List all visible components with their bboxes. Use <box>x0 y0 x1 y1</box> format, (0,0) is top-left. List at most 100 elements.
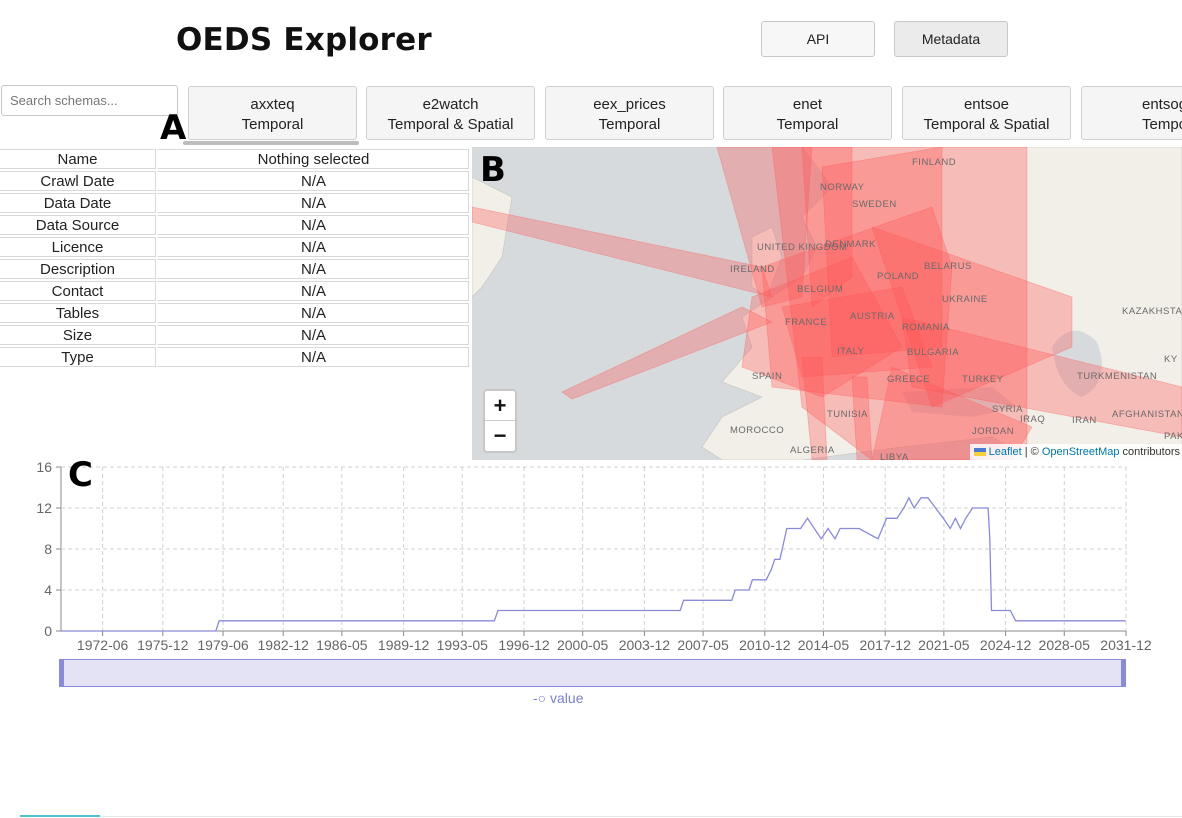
x-tick-label: 2028-05 <box>1039 637 1091 653</box>
schema-tab-eex-prices[interactable]: eex_prices Temporal <box>545 86 714 140</box>
schema-type: Temporal & Spatial <box>387 116 514 133</box>
schema-name: entsoe <box>963 96 1010 113</box>
schema-tab-e2watch[interactable]: e2watch Temporal & Spatial <box>366 86 535 140</box>
metadata-key: Crawl Date <box>0 171 156 191</box>
schema-name: eex_prices <box>593 96 666 113</box>
x-tick-label: 1996-12 <box>498 637 550 653</box>
schema-type: Temporal <box>598 116 661 133</box>
x-tick-label: 2010-12 <box>739 637 791 653</box>
map-country-label: FINLAND <box>912 157 956 168</box>
schema-type: Temporal <box>1142 116 1182 133</box>
metadata-value: N/A <box>156 171 469 191</box>
metadata-key: Contact <box>0 281 156 301</box>
metadata-row: Name Nothing selected <box>0 149 469 169</box>
map-canvas[interactable]: FINLANDNORWAYSWEDENUNITED KINGDOMIRELAND… <box>472 147 1182 460</box>
x-tick-label: 1982-12 <box>258 637 310 653</box>
x-tick-label: 1989-12 <box>378 637 430 653</box>
x-tick-label: 1993-05 <box>437 637 489 653</box>
metadata-key: Type <box>0 347 156 367</box>
datazoom-slider[interactable] <box>59 659 1126 687</box>
legend-marker-icon: -○ <box>533 690 547 706</box>
metadata-row: Licence N/A <box>0 237 469 257</box>
metadata-value: N/A <box>156 281 469 301</box>
schema-type: Temporal <box>776 116 839 133</box>
legend-label: value <box>550 690 584 706</box>
map-country-label: KY <box>1164 354 1178 365</box>
metadata-row: Tables N/A <box>0 303 469 323</box>
metadata-value: N/A <box>156 259 469 279</box>
metadata-row: Contact N/A <box>0 281 469 301</box>
schema-name: axxteq <box>250 96 295 113</box>
map-country-label: POLAND <box>877 271 919 282</box>
metadata-value: N/A <box>156 193 469 213</box>
api-button[interactable]: API <box>761 21 875 57</box>
metadata-button[interactable]: Metadata <box>894 21 1008 57</box>
schema-tab-axxteq[interactable]: axxteq Temporal <box>188 86 357 140</box>
map-country-label: GREECE <box>887 374 930 385</box>
chart-legend[interactable]: -○ value <box>533 690 583 706</box>
metadata-key: Name <box>0 149 156 169</box>
map-country-label: ROMANIA <box>902 322 950 333</box>
x-tick-label: 1975-12 <box>137 637 189 653</box>
schema-tab-enet[interactable]: enet Temporal <box>723 86 892 140</box>
map-country-label: IRAQ <box>1020 414 1045 425</box>
metadata-value: N/A <box>156 303 469 323</box>
schema-tab-entsoe[interactable]: entsoe Temporal & Spatial <box>902 86 1071 140</box>
map-country-label: KAZAKHSTAN <box>1122 306 1182 317</box>
map-zoom-control: + − <box>483 389 517 453</box>
map-country-label: BELARUS <box>924 261 972 272</box>
schema-name: entsog <box>1142 96 1182 113</box>
schema-type: Temporal & Spatial <box>923 116 1050 133</box>
metadata-row: Size N/A <box>0 325 469 345</box>
map-country-label: DENMARK <box>825 239 876 250</box>
x-tick-label: 2021-05 <box>918 637 970 653</box>
x-tick-label: 2031-12 <box>1100 637 1152 653</box>
x-tick-label: 1972-06 <box>77 637 129 653</box>
y-tick-label: 12 <box>36 500 52 516</box>
map-country-label: ITALY <box>837 346 865 357</box>
metadata-value: N/A <box>156 215 469 235</box>
slider-handle-right[interactable] <box>1121 660 1126 686</box>
schema-tab-entsog[interactable]: entsog Temporal <box>1081 86 1182 140</box>
y-tick-label: 16 <box>36 459 52 475</box>
map-country-label: IRELAND <box>730 264 775 275</box>
x-tick-label: 2024-12 <box>980 637 1032 653</box>
metadata-row: Data Source N/A <box>0 215 469 235</box>
x-tick-label: 1986-05 <box>316 637 368 653</box>
metadata-value: N/A <box>156 347 469 367</box>
metadata-row: Crawl Date N/A <box>0 171 469 191</box>
metadata-key: Data Date <box>0 193 156 213</box>
slider-handle-left[interactable] <box>59 660 64 686</box>
x-tick-label: 2014-05 <box>798 637 850 653</box>
x-tick-label: 2000-05 <box>557 637 609 653</box>
metadata-row: Type N/A <box>0 347 469 367</box>
schema-name: enet <box>792 96 823 113</box>
metadata-value: N/A <box>156 325 469 345</box>
map-country-label: BELGIUM <box>797 284 843 295</box>
tab-scrollbar[interactable] <box>183 141 359 145</box>
zoom-in-button[interactable]: + <box>485 391 515 421</box>
map-country-label: FRANCE <box>785 317 827 328</box>
panel-label-c: C <box>68 455 93 495</box>
panel-label-a: A <box>160 108 187 148</box>
map-view[interactable]: FINLAND NORWAY SWEDEN UNITED KINGDOM IRELAND… <box>472 147 1182 460</box>
schema-search-input[interactable] <box>1 85 178 116</box>
x-tick-label: 1979-06 <box>197 637 249 653</box>
map-country-label: PAKIS <box>1164 431 1182 442</box>
x-tick-label: 2007-05 <box>677 637 729 653</box>
series-line-value <box>61 496 1126 632</box>
map-country-label: MOROCCO <box>730 425 784 436</box>
map-country-label: NORWAY <box>820 182 865 193</box>
schema-type: Temporal <box>241 116 304 133</box>
timeline-chart: 0 4 8 12 16 1972-06 1975-12 1979-06 1982-12 1986-… <box>36 459 1152 653</box>
map-country-label: AUSTRIA <box>850 311 895 322</box>
app-title: OEDS Explorer <box>176 22 432 58</box>
map-country-label: SWEDEN <box>852 199 897 210</box>
y-tick-label: 0 <box>44 623 52 639</box>
y-tick-label: 8 <box>44 541 52 557</box>
metadata-row: Data Date N/A <box>0 193 469 213</box>
zoom-out-button[interactable]: − <box>485 421 515 450</box>
footer-divider <box>100 816 1182 817</box>
map-country-label: TURKMENISTAN <box>1077 371 1157 382</box>
map-country-label: TUNISIA <box>827 409 868 420</box>
